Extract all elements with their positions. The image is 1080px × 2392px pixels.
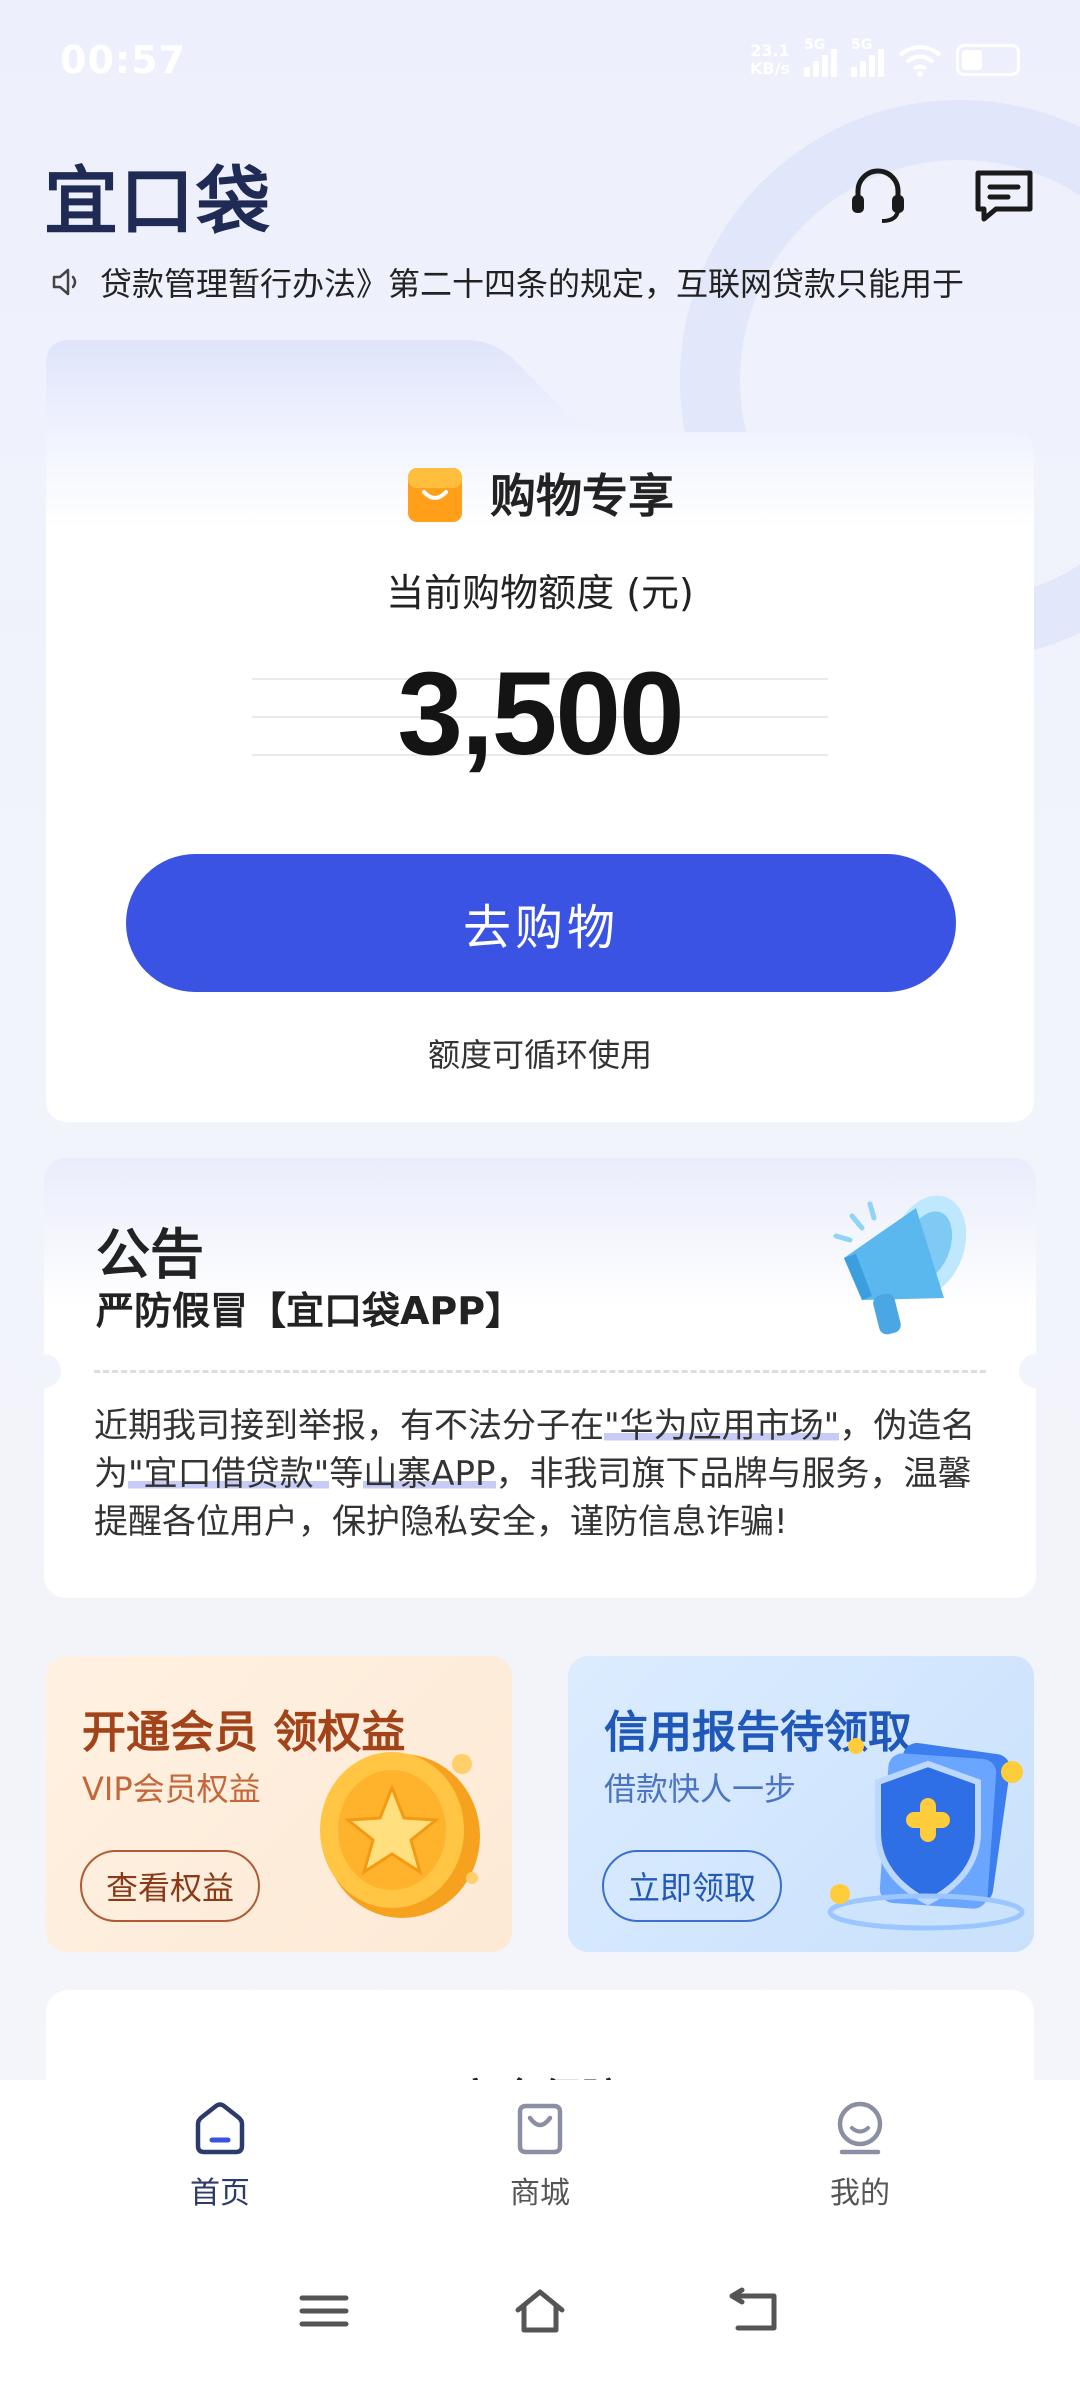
credit-report-promo-card[interactable]: 信用报告待领取 借款快人一步 立即领取 [568,1656,1034,1952]
status-bar: 00:57 23.1 KB/s 5G 5G [0,0,1080,120]
wifi-icon [898,45,942,77]
notice-divider [94,1370,986,1373]
status-time: 00:57 [60,38,186,82]
nav-label-home: 首页 [190,2176,250,2211]
nav-item-mall[interactable]: 商城 [440,2098,640,2212]
network-speed: 23.1 KB/s [750,42,790,78]
nav-label-profile: 我的 [830,2176,890,2211]
shopping-bag-icon [517,2103,563,2155]
go-shopping-button[interactable]: 去购物 [126,854,956,992]
nav-label-mall: 商城 [510,2176,570,2211]
bottom-navigation: 首页 商城 我的 [0,2080,1080,2230]
home-icon [195,2102,245,2155]
app-screen: 00:57 23.1 KB/s 5G 5G 宜口袋 贷款管理暂行办法》第二十四条… [0,0,1080,2392]
shopping-credit-card: 购物专享 当前购物额度 (元) 3,500 去购物 额度可循环使用 [46,340,1034,1122]
back-icon[interactable] [728,2286,784,2336]
menu-icon[interactable] [296,2286,352,2336]
vip-promo-card[interactable]: 开通会员 领权益 VIP会员权益 查看权益 [46,1656,512,1952]
profile-icon [837,2101,883,2155]
credit-limit-label: 当前购物额度 (元) [386,571,694,615]
notice-highlight: "宜口借贷款" [128,1454,330,1494]
credit-amount: 3,500 [397,648,684,780]
notice-title: 公告 [96,1223,204,1286]
signal-icon: 5G [804,37,837,77]
notice-highlight: 山寨APP [363,1454,496,1494]
headset-icon[interactable] [846,163,910,227]
app-logo: 宜口袋 [44,158,272,245]
nav-item-home[interactable]: 首页 [120,2098,320,2212]
vip-promo-subtitle: VIP会员权益 [82,1770,261,1808]
shield-icon [827,1738,1025,1931]
card-title: 购物专享 [490,469,674,523]
status-indicators: 23.1 KB/s 5G 5G [750,37,1020,78]
system-navigation-bar [0,2230,1080,2392]
megaphone-icon [833,1195,967,1335]
marquee-text: 贷款管理暂行办法》第二十四条的规定，互联网贷款只能用于 [100,265,965,303]
message-icon[interactable] [972,163,1036,227]
notice-text: 等 [329,1454,364,1494]
shopping-bag-icon [408,468,462,522]
speaker-icon [52,268,77,296]
announcement-marquee[interactable]: 贷款管理暂行办法》第二十四条的规定，互联网贷款只能用于 [50,254,1030,310]
card-header: 购物专享 [46,460,1034,526]
credit-promo-subtitle: 借款快人一步 [604,1770,797,1808]
home-button-icon[interactable] [512,2286,568,2336]
signal-label: 5G [804,37,826,53]
network-speed-unit: KB/s [750,59,790,78]
star-coin-icon [320,1752,480,1918]
signal-label: 5G [851,37,873,53]
network-speed-value: 23.1 [750,41,790,60]
claim-report-button[interactable]: 立即领取 [602,1850,783,1922]
app-header: 宜口袋 [44,140,1036,250]
credit-note: 额度可循环使用 [427,1036,652,1074]
signal-icon: 5G [851,37,884,77]
header-actions [846,163,1036,227]
notice-subtitle: 严防假冒【宜口袋APP】 [96,1289,524,1333]
view-benefits-button[interactable]: 查看权益 [80,1850,261,1922]
battery-icon [956,44,1020,76]
notice-body: 近期我司接到举报，有不法分子在"华为应用市场"，伪造名为"宜口借贷款"等山寨AP… [94,1402,994,1546]
notice-card[interactable]: 公告 严防假冒【宜口袋APP】 近期我司接到举报，有不法分子在"华为应用市场"，… [27,1158,1053,1598]
notice-highlight: "华为应用市场" [604,1406,840,1446]
notice-text: 近期我司接到举报，有不法分子在 [94,1406,604,1446]
nav-item-profile[interactable]: 我的 [760,2098,960,2212]
